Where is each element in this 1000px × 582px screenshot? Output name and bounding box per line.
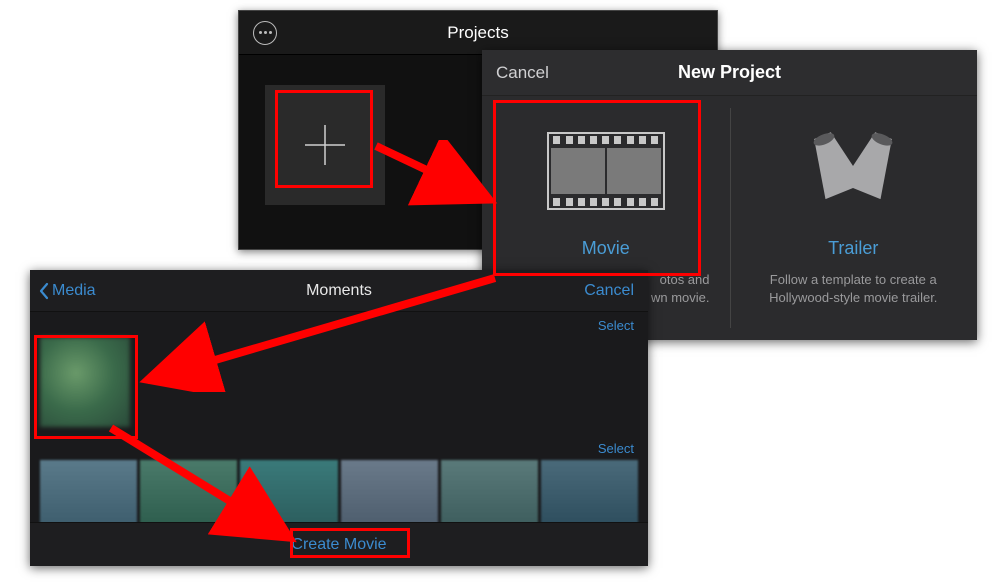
more-options-icon[interactable] — [253, 21, 277, 45]
option-divider — [730, 108, 731, 328]
chevron-left-icon — [38, 282, 50, 300]
cancel-button[interactable]: Cancel — [496, 63, 549, 83]
movie-label: Movie — [582, 238, 630, 259]
moments-screen: Media Moments Cancel Select Select Creat… — [30, 270, 648, 566]
movie-icon-area — [547, 116, 665, 226]
new-project-title: New Project — [678, 62, 781, 83]
select-button-2[interactable]: Select — [40, 441, 638, 460]
moments-cancel-button[interactable]: Cancel — [584, 282, 634, 300]
new-project-header: Cancel New Project — [482, 50, 977, 96]
spotlights-icon — [808, 126, 898, 216]
projects-header: Projects — [239, 11, 717, 55]
trailer-icon-area — [808, 116, 898, 226]
filmstrip-icon — [547, 132, 665, 210]
projects-title: Projects — [447, 23, 508, 43]
moments-header: Media Moments Cancel — [30, 270, 648, 312]
moments-title: Moments — [306, 282, 372, 300]
moments-footer: Create Movie — [30, 522, 648, 566]
back-button[interactable]: Media — [38, 282, 96, 300]
trailer-desc: Follow a template to create a Hollywood-… — [744, 271, 964, 307]
select-button-1[interactable]: Select — [40, 318, 638, 337]
add-project-tile[interactable] — [265, 85, 385, 205]
plus-icon — [297, 117, 353, 173]
media-thumbnail[interactable] — [40, 337, 130, 427]
create-movie-button[interactable]: Create Movie — [291, 536, 386, 554]
moments-section-1: Select — [30, 312, 648, 431]
trailer-label: Trailer — [828, 238, 878, 259]
thumbs-row-1 — [40, 337, 638, 427]
trailer-option[interactable]: Trailer Follow a template to create a Ho… — [730, 96, 978, 340]
back-label: Media — [52, 282, 96, 300]
